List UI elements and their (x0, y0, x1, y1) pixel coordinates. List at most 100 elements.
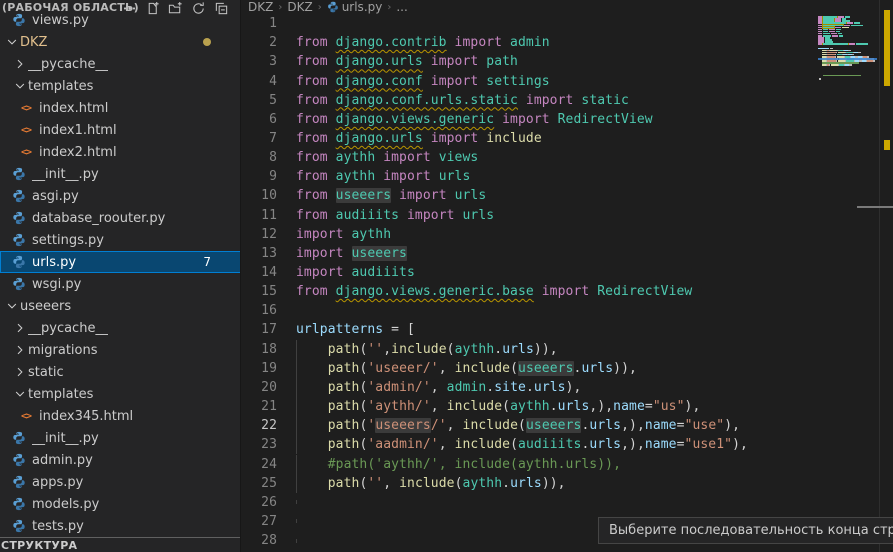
tree-item-wsgi-py[interactable]: wsgi.py (0, 273, 241, 295)
line-number[interactable]: 24 (241, 457, 277, 472)
line-number[interactable]: 17 (241, 322, 277, 337)
line-number[interactable]: 12 (241, 227, 277, 242)
code-line-23[interactable]: 23 path('aadmin/', include(audiiits.urls… (241, 435, 893, 454)
more-actions-icon[interactable] (121, 0, 137, 16)
line-number[interactable]: 21 (241, 399, 277, 414)
tree-item--pycache-[interactable]: __pycache__ (0, 317, 241, 339)
tree-item-templates[interactable]: templates (0, 383, 241, 405)
code-line-17[interactable]: 17urlpatterns = [ (241, 320, 893, 339)
editor-pane: DKZ›DKZ›urls.py›... 12from django.contri… (241, 0, 893, 552)
line-number[interactable]: 27 (241, 514, 277, 529)
code-line-25[interactable]: 25 path('', include(aythh.urls)), (241, 474, 893, 493)
breadcrumb-item-dkz[interactable]: DKZ (287, 0, 312, 14)
code-line-15[interactable]: 15from django.views.generic.base import … (241, 282, 893, 301)
code-line-10[interactable]: 10from useeers import urls (241, 186, 893, 205)
code-line-3[interactable]: 3from django.urls import path (241, 52, 893, 71)
code-line-9[interactable]: 9from aythh import urls (241, 167, 893, 186)
minimap[interactable] (818, 14, 878, 314)
refresh-explorer-icon[interactable] (190, 0, 206, 16)
breadcrumb-item-urls-py[interactable]: urls.py (327, 0, 383, 14)
code-line-6[interactable]: 6from django.views.generic import Redire… (241, 110, 893, 129)
code-line-12[interactable]: 12import aythh (241, 225, 893, 244)
tree-item-apps-py[interactable]: apps.py (0, 471, 241, 493)
tree-item-index-html[interactable]: <>index.html (0, 97, 241, 119)
code-line-4[interactable]: 4from django.conf import settings (241, 71, 893, 90)
tree-item-database-roouter-py[interactable]: database_roouter.py (0, 207, 241, 229)
line-number[interactable]: 20 (241, 380, 277, 395)
tree-item-label: useeers (20, 299, 71, 314)
code-line-1[interactable]: 1 (241, 14, 893, 33)
line-number[interactable]: 18 (241, 342, 277, 357)
breadcrumb-item--[interactable]: ... (396, 0, 407, 14)
line-content: import audiiits (296, 265, 415, 280)
tree-item--init-py[interactable]: __init__.py (0, 163, 241, 185)
line-number[interactable]: 19 (241, 361, 277, 376)
code-line-8[interactable]: 8from aythh import views (241, 148, 893, 167)
line-number[interactable]: 4 (241, 74, 277, 89)
line-number[interactable]: 5 (241, 93, 277, 108)
line-number[interactable]: 2 (241, 35, 277, 50)
line-content: from audiiits import urls (296, 208, 494, 223)
line-number[interactable]: 9 (241, 169, 277, 184)
line-number[interactable]: 25 (241, 476, 277, 491)
code-line-2[interactable]: 2from django.contrib import admin (241, 33, 893, 52)
chevron-right-icon (12, 320, 28, 336)
line-number[interactable]: 6 (241, 112, 277, 127)
line-number[interactable]: 23 (241, 437, 277, 452)
code-line-13[interactable]: 13import useeers (241, 244, 893, 263)
line-number[interactable]: 7 (241, 131, 277, 146)
tree-item-dkz[interactable]: DKZ (0, 31, 241, 53)
line-number[interactable]: 14 (241, 265, 277, 280)
collapse-folders-icon[interactable] (213, 0, 229, 16)
tree-item-tests-py[interactable]: tests.py (0, 515, 241, 537)
code-line-22[interactable]: 22 path('useeers/', include(useeers.urls… (241, 416, 893, 435)
line-number[interactable]: 13 (241, 246, 277, 261)
line-number[interactable]: 22 (241, 418, 277, 433)
code-line-14[interactable]: 14 import audiiits (241, 263, 893, 282)
tree-item-label: models.py (32, 497, 99, 512)
tree-item--pycache-[interactable]: __pycache__ (0, 53, 241, 75)
outline-section-header[interactable]: СТРУКТУРА (0, 537, 240, 552)
tree-item-index345-html[interactable]: <>index345.html (0, 405, 241, 427)
line-number[interactable]: 16 (241, 303, 277, 318)
tree-item--init-py[interactable]: __init__.py (0, 427, 241, 449)
line-number[interactable]: 11 (241, 208, 277, 223)
python-icon (11, 232, 27, 248)
code-line-20[interactable]: 20 path('admin/', admin.site.urls), (241, 378, 893, 397)
line-number[interactable]: 3 (241, 54, 277, 69)
tree-item-models-py[interactable]: models.py (0, 493, 241, 515)
tree-item-urls-py[interactable]: urls.py7 (0, 251, 241, 273)
tree-item-useeers[interactable]: useeers (0, 295, 241, 317)
code-line-11[interactable]: 11 from audiiits import urls (241, 206, 893, 225)
line-number[interactable]: 10 (241, 188, 277, 203)
chevron-right-icon (12, 342, 28, 358)
code-line-5[interactable]: 5from django.conf.urls.static import sta… (241, 91, 893, 110)
line-number[interactable]: 28 (241, 533, 277, 548)
code-line-19[interactable]: 19 path('useeer/', include(useeers.urls)… (241, 359, 893, 378)
tree-item-templates[interactable]: templates (0, 75, 241, 97)
overview-ruler[interactable] (881, 0, 893, 552)
chevron-down-icon (4, 298, 20, 314)
line-number[interactable]: 15 (241, 284, 277, 299)
breadcrumb-item-dkz[interactable]: DKZ (248, 0, 273, 14)
tree-item-migrations[interactable]: migrations (0, 339, 241, 361)
code-line-18[interactable]: 18 path('',include(aythh.urls)), (241, 340, 893, 359)
warning-mark (884, 140, 890, 150)
code-line-7[interactable]: 7from django.urls import include (241, 129, 893, 148)
line-number[interactable]: 26 (241, 495, 277, 510)
tree-item-settings-py[interactable]: settings.py (0, 229, 241, 251)
code-line-24[interactable]: 24 #path('aythh/', include(aythh.urls)), (241, 454, 893, 473)
line-number[interactable]: 8 (241, 150, 277, 165)
code-line-21[interactable]: 21 path('aythh/', include(aythh.urls,),n… (241, 397, 893, 416)
new-folder-icon[interactable] (167, 0, 183, 16)
tree-item-index2-html[interactable]: <>index2.html (0, 141, 241, 163)
python-icon (11, 12, 27, 28)
new-file-icon[interactable] (144, 0, 160, 16)
code-line-16[interactable]: 16 (241, 301, 893, 320)
tree-item-admin-py[interactable]: admin.py (0, 449, 241, 471)
tree-item-static[interactable]: static (0, 361, 241, 383)
tree-item-index1-html[interactable]: <>index1.html (0, 119, 241, 141)
line-number[interactable]: 1 (241, 16, 277, 31)
code-line-26[interactable]: 26 (241, 493, 893, 512)
tree-item-asgi-py[interactable]: asgi.py (0, 185, 241, 207)
